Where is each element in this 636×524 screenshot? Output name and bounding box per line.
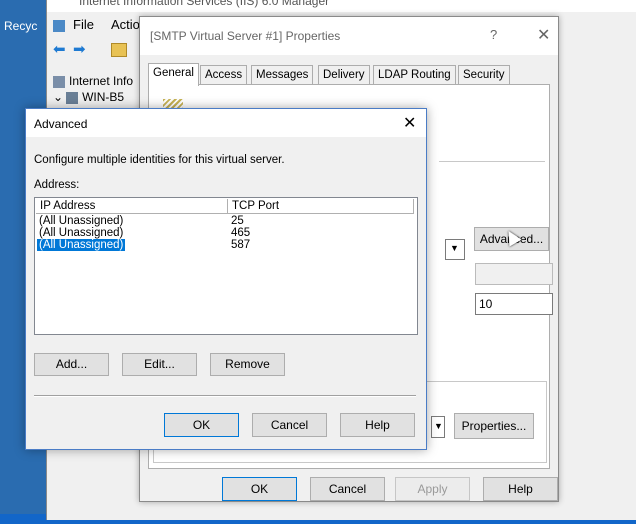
tab-access[interactable]: Access (200, 65, 248, 84)
tab-security[interactable]: Security (458, 65, 510, 84)
edit-button[interactable]: Edit... (122, 353, 197, 376)
advanced-description: Configure multiple identities for this v… (34, 154, 285, 166)
close-icon[interactable]: ✕ (537, 25, 550, 45)
log-format-dropdown[interactable]: ▼ (431, 416, 445, 438)
divider (439, 161, 545, 162)
logging-properties-button[interactable]: Properties... (454, 413, 534, 439)
connection-timeout-field[interactable]: 10 (475, 293, 553, 315)
table-row[interactable]: (All Unassigned) 465 (36, 227, 414, 239)
props-apply-button: Apply (395, 477, 470, 501)
port-cell: 465 (231, 227, 251, 239)
props-help-button[interactable]: Help (483, 477, 558, 501)
props-title: [SMTP Virtual Server #1] Properties (150, 29, 341, 43)
ip-address-dropdown[interactable]: ▼ (445, 239, 465, 260)
table-row-selected[interactable]: (All Unassigned) 587 (36, 239, 414, 251)
chevron-down-icon: ▼ (450, 243, 459, 253)
advanced-dialog: Advanced ✕ Configure multiple identities… (25, 108, 427, 450)
ip-cell: (All Unassigned) (37, 239, 126, 251)
forward-arrow-icon[interactable]: ➡ (73, 40, 86, 58)
props-title-bar: [SMTP Virtual Server #1] Properties ? ✕ (140, 17, 558, 55)
help-icon[interactable]: ? (490, 27, 497, 42)
address-label: Address: (34, 179, 80, 191)
advanced-title: Advanced (34, 117, 88, 131)
tab-ldap-routing[interactable]: LDAP Routing (373, 65, 456, 84)
tree-root-label: Internet Info (69, 74, 134, 88)
iis-title: Internet Information Services (IIS) 6.0 … (79, 0, 330, 8)
port-cell: 587 (231, 239, 251, 251)
connections-limit-field (475, 263, 553, 285)
advanced-help-button[interactable]: Help (340, 413, 415, 437)
props-ok-button[interactable]: OK (222, 477, 297, 501)
props-cancel-button[interactable]: Cancel (310, 477, 385, 501)
recycle-bin-label[interactable]: Recyc (4, 19, 37, 33)
computer-icon (53, 75, 65, 88)
ip-cell: (All Unassigned) (39, 227, 124, 239)
port-cell: 25 (231, 215, 244, 227)
iis-title-bar: Internet Information Services (IIS) 6.0 … (47, 0, 636, 12)
address-list[interactable]: IP Address TCP Port (All Unassigned) 25 … (34, 197, 418, 335)
advanced-ok-button[interactable]: OK (164, 413, 239, 437)
folder-icon[interactable] (111, 43, 127, 57)
server-icon (66, 91, 79, 104)
column-header-ip[interactable]: IP Address (36, 199, 228, 213)
add-button[interactable]: Add... (34, 353, 109, 376)
remove-button[interactable]: Remove (210, 353, 285, 376)
ip-cell: (All Unassigned) (39, 215, 124, 227)
chevron-down-icon[interactable]: ⌄ (53, 90, 63, 104)
advanced-title-bar: Advanced ✕ (26, 109, 426, 137)
list-header-line (36, 213, 414, 214)
tree-item-root[interactable]: Internet Info (53, 74, 133, 88)
menu-file[interactable]: File (73, 17, 94, 32)
chevron-down-icon: ▼ (434, 421, 443, 431)
separator (34, 395, 416, 397)
column-header-port[interactable]: TCP Port (228, 199, 414, 213)
menu-action[interactable]: Actio (111, 17, 140, 32)
tab-general[interactable]: General (148, 63, 199, 86)
app-icon (53, 20, 65, 32)
tab-messages[interactable]: Messages (251, 65, 314, 84)
back-arrow-icon[interactable]: ⬅ (53, 40, 66, 58)
close-icon[interactable]: ✕ (403, 113, 416, 133)
advanced-cancel-button[interactable]: Cancel (252, 413, 327, 437)
tree-item-server[interactable]: ⌄ WIN-B5 (53, 90, 124, 104)
tree-server-label: WIN-B5 (82, 90, 125, 104)
table-row[interactable]: (All Unassigned) 25 (36, 215, 414, 227)
connection-timeout-value: 10 (479, 297, 493, 311)
tab-delivery[interactable]: Delivery (318, 65, 370, 84)
